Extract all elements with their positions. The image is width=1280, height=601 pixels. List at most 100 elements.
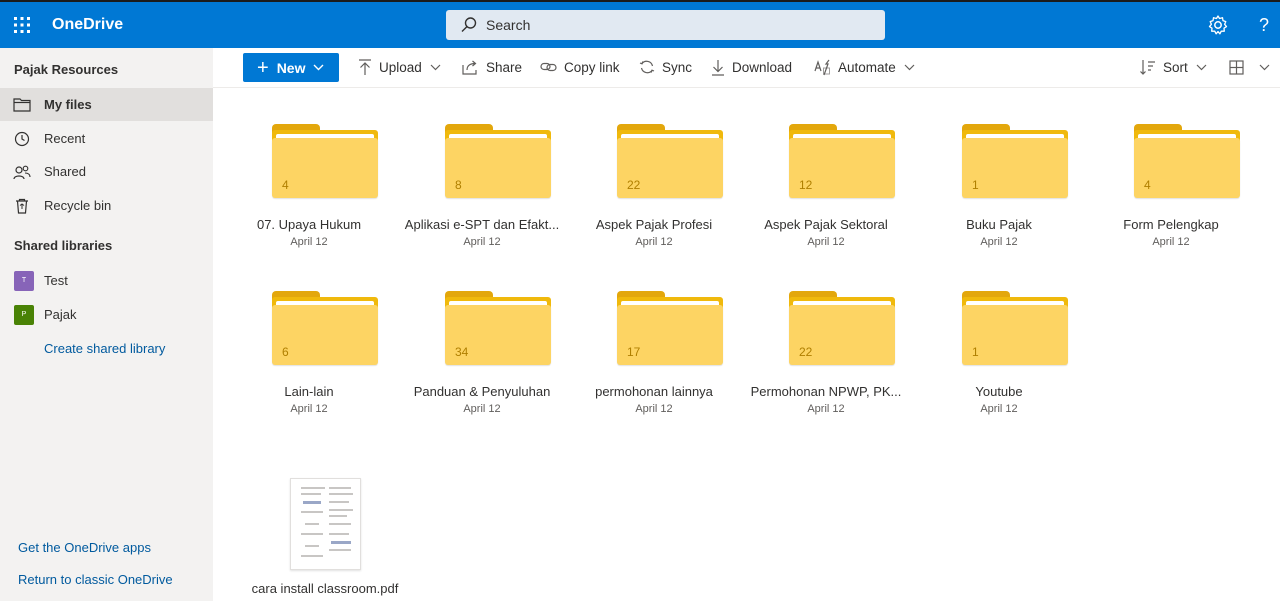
search-icon xyxy=(461,17,477,32)
modified-date: April 12 xyxy=(463,403,501,415)
folder-name[interactable]: Lain-lain xyxy=(224,384,394,399)
folder-tile[interactable]: 1 Youtube April 12 xyxy=(914,291,1084,431)
folder-icon: 8 xyxy=(445,124,551,200)
settings-gear-icon[interactable] xyxy=(1206,13,1230,37)
app-title[interactable]: OneDrive xyxy=(52,2,123,48)
view-switcher-button[interactable] xyxy=(1229,56,1277,78)
file-tile[interactable]: cara install classroom.pdf xyxy=(250,478,400,600)
sidebar-library-test[interactable]: T Test xyxy=(0,264,213,297)
folder-name[interactable]: Permohonan NPWP, PK... xyxy=(741,384,911,399)
share-button[interactable]: Share xyxy=(462,56,522,78)
upload-button[interactable]: Upload xyxy=(358,56,448,78)
folder-icon: 17 xyxy=(617,291,723,367)
clock-icon xyxy=(14,131,30,146)
sidebar: Pajak Resources My files Recent Shared R… xyxy=(0,48,213,601)
item-count: 22 xyxy=(799,345,813,359)
folder-icon xyxy=(13,97,31,112)
folder-tile[interactable]: 8 Aplikasi e-SPT dan Efakt... April 12 xyxy=(397,124,567,264)
folder-name[interactable]: Aspek Pajak Profesi xyxy=(569,217,739,232)
modified-date: April 12 xyxy=(980,236,1018,248)
copy-link-label: Copy link xyxy=(564,59,620,75)
sidebar-item-recent[interactable]: Recent xyxy=(0,122,213,155)
folder-icon: 22 xyxy=(789,291,895,367)
chevron-down-icon xyxy=(904,64,915,70)
folder-name[interactable]: Panduan & Penyuluhan xyxy=(397,384,567,399)
sort-button[interactable]: Sort xyxy=(1140,56,1214,78)
modified-date: April 12 xyxy=(1152,236,1190,248)
search-placeholder: Search xyxy=(486,17,531,33)
sidebar-item-recycle-bin[interactable]: Recycle bin xyxy=(0,189,213,222)
share-label: Share xyxy=(486,59,523,75)
library-label: Test xyxy=(44,273,68,288)
folder-icon: 4 xyxy=(272,124,378,200)
chevron-down-icon xyxy=(1259,64,1270,70)
folder-tile[interactable]: 34 Panduan & Penyuluhan April 12 xyxy=(397,291,567,431)
modified-date: April 12 xyxy=(463,236,501,248)
top-bar: OneDrive Search ? xyxy=(0,0,1280,48)
copy-link-button[interactable]: Copy link xyxy=(540,56,620,78)
download-button[interactable]: Download xyxy=(711,56,792,78)
search-box[interactable]: Search xyxy=(446,10,885,40)
modified-date: April 12 xyxy=(635,403,673,415)
item-count: 4 xyxy=(1144,178,1151,192)
folder-icon: 4 xyxy=(1134,124,1240,200)
folder-tile[interactable]: 22 Permohonan NPWP, PK... April 12 xyxy=(741,291,911,431)
create-shared-library-link[interactable]: Create shared library xyxy=(44,341,165,356)
file-name[interactable]: cara install classroom.pdf xyxy=(250,581,400,596)
tiles-view-icon xyxy=(1229,59,1244,75)
folder-tile[interactable]: 6 Lain-lain April 12 xyxy=(224,291,394,431)
get-onedrive-apps-link[interactable]: Get the OneDrive apps xyxy=(18,540,151,555)
item-count: 22 xyxy=(627,178,641,192)
plus-icon: + xyxy=(257,56,269,79)
app-launcher-icon[interactable] xyxy=(0,2,44,48)
folder-icon: 1 xyxy=(962,291,1068,367)
library-avatar: P xyxy=(14,304,34,325)
modified-date: April 12 xyxy=(807,403,845,415)
return-classic-link[interactable]: Return to classic OneDrive xyxy=(18,572,173,587)
folder-name[interactable]: Aplikasi e-SPT dan Efakt... xyxy=(397,217,567,232)
sidebar-item-label: My files xyxy=(44,97,92,112)
modified-date: April 12 xyxy=(980,403,1018,415)
folder-tile[interactable]: 4 07. Upaya Hukum April 12 xyxy=(224,124,394,264)
new-button[interactable]: + New xyxy=(243,53,339,82)
folder-icon: 34 xyxy=(445,291,551,367)
folder-tile[interactable]: 12 Aspek Pajak Sektoral April 12 xyxy=(741,124,911,264)
item-count: 12 xyxy=(799,178,813,192)
folder-name[interactable]: Buku Pajak xyxy=(914,217,1084,232)
chevron-down-icon xyxy=(1196,64,1207,70)
folder-tile[interactable]: 22 Aspek Pajak Profesi April 12 xyxy=(569,124,739,264)
library-label: Pajak xyxy=(44,307,77,322)
folder-name[interactable]: 07. Upaya Hukum xyxy=(224,217,394,232)
item-count: 6 xyxy=(282,345,289,359)
user-heading: Pajak Resources xyxy=(14,62,119,77)
sort-label: Sort xyxy=(1163,59,1188,75)
sync-label: Sync xyxy=(662,59,693,75)
folder-name[interactable]: Aspek Pajak Sektoral xyxy=(741,217,911,232)
sidebar-item-my-files[interactable]: My files xyxy=(0,88,213,121)
download-label: Download xyxy=(732,59,793,75)
modified-date: April 12 xyxy=(807,236,845,248)
pdf-thumbnail xyxy=(290,478,361,570)
sidebar-library-pajak[interactable]: P Pajak xyxy=(0,298,213,331)
sidebar-item-shared[interactable]: Shared xyxy=(0,155,213,188)
folder-tile[interactable]: 1 Buku Pajak April 12 xyxy=(914,124,1084,264)
item-count: 1 xyxy=(972,345,979,359)
shared-libraries-heading: Shared libraries xyxy=(14,238,113,253)
folder-name[interactable]: Form Pelengkap xyxy=(1086,217,1256,232)
download-icon xyxy=(712,59,724,76)
folder-tile[interactable]: 4 Form Pelengkap April 12 xyxy=(1086,124,1256,264)
link-icon xyxy=(540,62,557,72)
folder-icon: 1 xyxy=(962,124,1068,200)
item-count: 8 xyxy=(455,178,462,192)
folder-name[interactable]: permohonan lainnya xyxy=(569,384,739,399)
automate-icon xyxy=(814,59,830,75)
command-bar: + New Upload Share Copy link Sync Downlo… xyxy=(213,48,1280,88)
folder-icon: 22 xyxy=(617,124,723,200)
automate-button[interactable]: Automate xyxy=(814,56,922,78)
folder-name[interactable]: Youtube xyxy=(914,384,1084,399)
people-icon xyxy=(13,165,31,179)
folder-icon: 6 xyxy=(272,291,378,367)
sync-button[interactable]: Sync xyxy=(639,56,692,78)
folder-tile[interactable]: 17 permohonan lainnya April 12 xyxy=(569,291,739,431)
help-icon[interactable]: ? xyxy=(1252,12,1276,38)
